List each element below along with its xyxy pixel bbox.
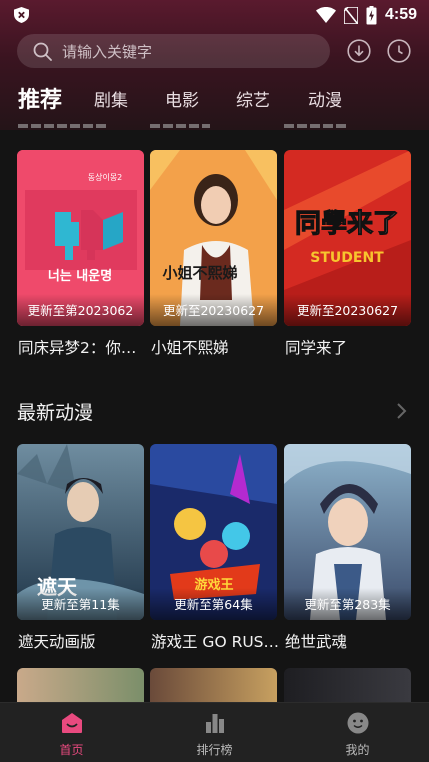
- search-placeholder: 请输入关键字: [62, 42, 153, 61]
- anime-card[interactable]: 更新至第283集: [284, 444, 411, 620]
- battery-charging-icon: [366, 5, 377, 24]
- episode-badge: 更新至第11集: [17, 588, 144, 620]
- episode-badge: 更新至第283集: [284, 588, 411, 620]
- clock-time: 4:59: [384, 6, 417, 23]
- show-card[interactable]: 同學来了 STUDENT 更新至20230627: [284, 150, 411, 326]
- nav-home[interactable]: 首页: [0, 703, 143, 762]
- tab-series[interactable]: 剧集: [94, 84, 128, 118]
- show-title[interactable]: 同床异梦2：你…: [18, 336, 145, 358]
- nav-ranking-label: 排行榜: [196, 743, 233, 757]
- anime-card[interactable]: 游戏王 更新至第64集: [150, 444, 277, 620]
- home-icon: [62, 713, 82, 733]
- svg-text:STUDENT: STUDENT: [310, 250, 384, 266]
- anime-card[interactable]: [284, 668, 411, 702]
- nav-ranking[interactable]: 排行榜: [143, 703, 286, 762]
- tab-movies[interactable]: 电影: [165, 84, 199, 118]
- anime-card[interactable]: [17, 668, 144, 702]
- show-card[interactable]: 小姐不熙娣 更新至20230627: [150, 150, 277, 326]
- download-icon[interactable]: [347, 39, 371, 63]
- episode-badge: 更新至第64集: [150, 588, 277, 620]
- nav-profile-label: 我的: [345, 743, 370, 757]
- tab-anime[interactable]: 动漫: [308, 84, 342, 118]
- show-card[interactable]: 너는 내운명 동상이몽2 更新至第2023062: [17, 150, 144, 326]
- tab-recommend[interactable]: 推荐: [18, 84, 62, 118]
- history-clock-icon[interactable]: [387, 39, 411, 63]
- show-title[interactable]: 同学来了: [285, 336, 412, 358]
- svg-text:너는 내운명: 너는 내운명: [48, 268, 112, 284]
- nav-home-label: 首页: [59, 743, 84, 757]
- shield-icon: [14, 7, 29, 23]
- anime-title[interactable]: 绝世武魂: [285, 630, 412, 652]
- no-sim-icon: [343, 6, 358, 24]
- anime-title[interactable]: 遮天动画版: [18, 630, 145, 652]
- tab-variety[interactable]: 综艺: [236, 84, 270, 118]
- anime-card[interactable]: 遮天 更新至第11集: [17, 444, 144, 620]
- category-tabs: 推荐 剧集 电影 综艺 动漫: [0, 84, 429, 118]
- svg-text:동상이몽2: 동상이몽2: [88, 172, 123, 182]
- face-icon: [347, 712, 369, 734]
- chevron-right-icon[interactable]: [395, 403, 407, 419]
- search-icon: [33, 42, 52, 61]
- search-input[interactable]: 请输入关键字: [17, 34, 330, 68]
- episode-badge: 更新至20230627: [150, 294, 277, 326]
- section-title-anime[interactable]: 最新动漫: [17, 398, 93, 425]
- episode-badge: 更新至第2023062: [17, 294, 144, 326]
- bar-chart-icon: [206, 714, 224, 733]
- bottom-navigation: 首页 排行榜 我的: [0, 702, 429, 762]
- anime-title[interactable]: 游戏王 GO RUS…: [151, 630, 278, 652]
- nav-profile[interactable]: 我的: [286, 703, 429, 762]
- svg-text:同學来了: 同學来了: [295, 209, 399, 239]
- episode-badge: 更新至20230627: [284, 294, 411, 326]
- status-bar: 4:59: [0, 0, 429, 30]
- svg-text:小姐不熙娣: 小姐不熙娣: [162, 264, 237, 282]
- wifi-icon: [315, 7, 336, 23]
- anime-card[interactable]: [150, 668, 277, 702]
- show-title[interactable]: 小姐不熙娣: [151, 336, 278, 358]
